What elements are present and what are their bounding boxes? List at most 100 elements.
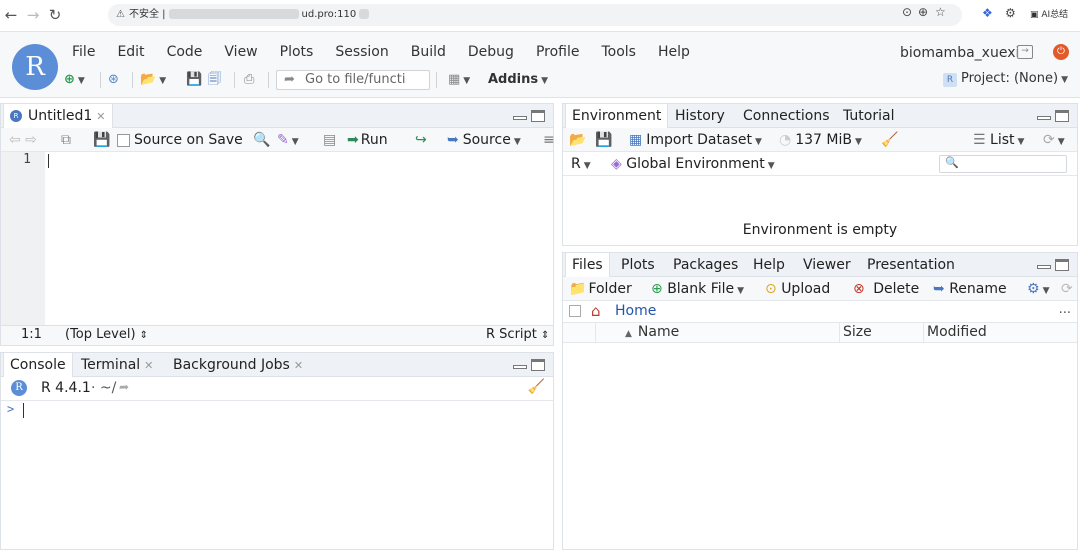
menu-file[interactable]: File xyxy=(72,44,95,62)
home-icon[interactable]: ⌂ xyxy=(591,302,601,320)
forward-icon[interactable]: → xyxy=(24,6,42,24)
save-all-icon[interactable]: 🗐 xyxy=(208,70,221,90)
column-name-header[interactable]: ▲ Name xyxy=(625,324,679,340)
tab-help[interactable]: Help xyxy=(747,253,791,277)
print-icon[interactable]: ⎙ xyxy=(244,70,254,90)
tab-connections[interactable]: Connections xyxy=(737,104,836,128)
rename-button[interactable]: ➥ Rename xyxy=(933,280,1007,298)
project-menu[interactable]: R Project: (None) ▼ xyxy=(943,71,1068,87)
minimize-icon[interactable] xyxy=(513,365,527,369)
menu-code[interactable]: Code xyxy=(167,44,203,62)
tab-background-jobs[interactable]: Background Jobs ✕ xyxy=(167,353,309,377)
pane-window-controls[interactable] xyxy=(1037,110,1071,124)
scope-menu[interactable]: ◈ Global Environment ▼ xyxy=(611,155,775,173)
import-dataset-menu[interactable]: ▦ Import Dataset ▼ xyxy=(629,131,762,149)
back-icon[interactable]: ← xyxy=(2,6,20,24)
tab-tutorial[interactable]: Tutorial xyxy=(837,104,900,128)
delete-button[interactable]: ⊗ Delete xyxy=(853,280,919,298)
location-icon[interactable]: ⊙ xyxy=(902,5,912,19)
menu-tools[interactable]: Tools xyxy=(601,44,636,62)
maximize-icon[interactable] xyxy=(1055,259,1069,271)
magic-wand-icon[interactable]: ✎ ▼ xyxy=(277,131,299,149)
source-button[interactable]: ➥ Source ▼ xyxy=(447,131,521,149)
broom-icon[interactable]: 🧹 xyxy=(881,131,898,149)
run-button[interactable]: ➡ Run xyxy=(347,131,388,149)
tab-environment[interactable]: Environment xyxy=(565,104,669,128)
go-to-file-input[interactable]: ➦ Go to file/functi xyxy=(276,70,430,90)
save-workspace-icon[interactable]: 💾 xyxy=(595,131,612,149)
select-all-checkbox[interactable] xyxy=(569,305,581,317)
tab-terminal[interactable]: Terminal ✕ xyxy=(75,353,159,377)
outline-icon[interactable]: ≡ xyxy=(543,131,555,149)
tab-presentation[interactable]: Presentation xyxy=(861,253,961,277)
rerun-icon[interactable]: ↪ xyxy=(415,131,427,149)
load-workspace-icon[interactable]: 📂 xyxy=(569,131,586,149)
tab-files[interactable]: Files xyxy=(565,253,610,277)
show-in-window-icon[interactable]: ⧉ xyxy=(61,131,71,149)
view-mode-menu[interactable]: ☰ List ▼ xyxy=(973,131,1024,149)
menu-session[interactable]: Session xyxy=(335,44,388,62)
tab-plots[interactable]: Plots xyxy=(615,253,661,277)
column-modified-header[interactable]: Modified xyxy=(927,324,987,340)
close-icon[interactable]: ✕ xyxy=(96,110,105,123)
more-options-button[interactable]: ... xyxy=(1059,302,1071,317)
save-icon[interactable]: 💾 xyxy=(186,70,202,90)
source-on-save-toggle[interactable]: Source on Save xyxy=(117,131,243,149)
zoom-icon[interactable]: ⊕ xyxy=(918,5,928,19)
tab-history[interactable]: History xyxy=(669,104,731,128)
language-menu[interactable]: R ▼ xyxy=(571,155,591,173)
upload-button[interactable]: ⊙ Upload xyxy=(765,280,830,298)
grid-icon[interactable]: ▦ ▼ xyxy=(448,70,470,90)
minimize-icon[interactable] xyxy=(513,116,527,120)
column-size-header[interactable]: Size xyxy=(843,324,872,340)
go-to-dir-icon[interactable]: ➦ xyxy=(119,380,129,394)
new-project-icon[interactable]: ⊛ xyxy=(108,70,119,90)
menu-edit[interactable]: Edit xyxy=(117,44,144,62)
breadcrumb-home[interactable]: Home xyxy=(615,303,656,319)
page-icon[interactable]: ▤ xyxy=(323,131,336,149)
minimize-icon[interactable] xyxy=(1037,116,1051,120)
puzzle-icon[interactable]: ⚙ xyxy=(1005,6,1016,20)
env-search-input[interactable]: 🔍 xyxy=(939,155,1067,173)
pane-window-controls[interactable] xyxy=(513,110,547,124)
maximize-icon[interactable] xyxy=(531,110,545,122)
new-folder-button[interactable]: 📁 Folder xyxy=(569,280,632,298)
tab-console[interactable]: Console xyxy=(3,353,73,377)
tab-packages[interactable]: Packages xyxy=(667,253,744,277)
gear-icon[interactable]: ⚙ ▼ xyxy=(1027,280,1049,298)
file-type-selector[interactable]: R Script ⇕ xyxy=(486,326,549,345)
open-file-icon[interactable]: 📂 ▼ xyxy=(140,70,166,90)
minimize-icon[interactable] xyxy=(1037,265,1051,269)
menu-debug[interactable]: Debug xyxy=(468,44,514,62)
tab-untitled1[interactable]: R Untitled1 ✕ xyxy=(3,104,113,128)
back-arrow-icon[interactable]: ⇦ ⇨ xyxy=(9,131,37,149)
refresh-icon[interactable]: ⟳ ▼ xyxy=(1043,131,1065,149)
close-icon[interactable]: ✕ xyxy=(144,359,153,372)
close-icon[interactable]: ✕ xyxy=(294,359,303,372)
ai-summary-button[interactable]: ▣ AI总结 xyxy=(1030,7,1068,20)
scope-selector[interactable]: (Top Level) ⇕ xyxy=(65,326,148,345)
power-icon[interactable]: ⏻ xyxy=(1053,44,1069,60)
menu-view[interactable]: View xyxy=(224,44,257,62)
clear-console-icon[interactable]: 🧹 xyxy=(528,379,545,395)
checkbox[interactable] xyxy=(117,133,130,147)
tab-viewer[interactable]: Viewer xyxy=(797,253,857,277)
search-icon[interactable]: 🔍 xyxy=(253,131,270,149)
maximize-icon[interactable] xyxy=(1055,110,1069,122)
maximize-icon[interactable] xyxy=(531,359,545,371)
code-editor[interactable] xyxy=(45,152,553,326)
blank-file-button[interactable]: ⊕ Blank File ▼ xyxy=(651,280,744,298)
new-file-icon[interactable]: ⊕ ▼ xyxy=(64,70,85,90)
console-output[interactable]: > xyxy=(1,401,553,549)
pane-window-controls[interactable] xyxy=(513,359,547,373)
pane-window-controls[interactable] xyxy=(1037,259,1071,273)
menu-build[interactable]: Build xyxy=(411,44,446,62)
menu-plots[interactable]: Plots xyxy=(280,44,314,62)
save-icon[interactable]: 💾 xyxy=(93,131,110,149)
menu-profile[interactable]: Profile xyxy=(536,44,580,62)
reload-icon[interactable]: ↻ xyxy=(46,6,64,24)
address-bar[interactable]: ⚠ 不安全 | ud.pro:110 xyxy=(108,4,962,26)
extension-icon[interactable]: ❖ xyxy=(982,6,993,20)
menu-help[interactable]: Help xyxy=(658,44,690,62)
star-icon[interactable]: ☆ xyxy=(935,5,946,19)
